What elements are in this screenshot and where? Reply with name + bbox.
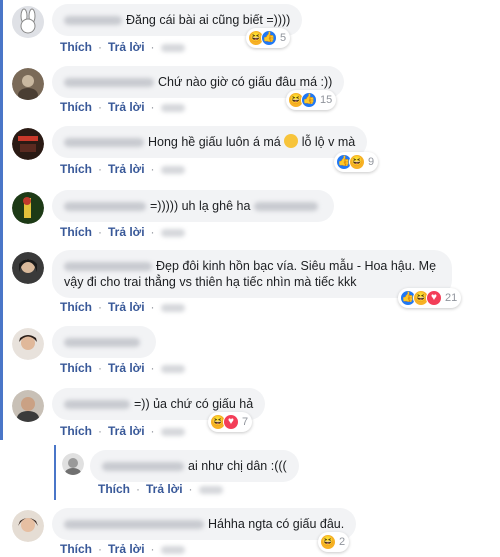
- comment-bubble: Hong hề giấu luôn á má lỗ lộ v mà: [52, 126, 368, 158]
- comment-bubble: =))))) uh lạ ghê ha: [52, 190, 334, 222]
- reaction-summary[interactable]: 👍 😆 ♥ 21: [398, 288, 462, 308]
- like-link[interactable]: Thích: [60, 100, 92, 114]
- avatar[interactable]: [12, 192, 44, 224]
- reaction-count: 15: [320, 94, 333, 106]
- reply-link[interactable]: Trả lời: [108, 225, 145, 239]
- avatar[interactable]: [62, 453, 84, 475]
- haha-reaction-icon: 😆: [320, 534, 336, 550]
- like-reaction-icon: 👍: [261, 30, 277, 46]
- comment-actions: Thích · Trả lời ·: [60, 40, 191, 54]
- blurred-mention: [253, 202, 318, 212]
- timestamp[interactable]: [160, 364, 185, 373]
- like-link[interactable]: Thích: [60, 40, 92, 54]
- reply-thread-line: [54, 445, 56, 500]
- reply-link[interactable]: Trả lời: [108, 424, 145, 438]
- reply-link[interactable]: Trả lời: [146, 482, 183, 496]
- avatar[interactable]: [12, 390, 44, 422]
- timestamp[interactable]: [198, 485, 223, 494]
- reaction-count: 21: [445, 292, 458, 304]
- comment-actions: Thích · Trả lời ·: [60, 542, 191, 556]
- timestamp[interactable]: [160, 103, 185, 112]
- comment-bubble: Đẹp đôi kinh hồn bạc vía. Siêu mẫu - Hoa…: [52, 250, 452, 298]
- like-reaction-icon: 👍: [301, 92, 317, 108]
- thread-indicator-line: [0, 0, 3, 440]
- reply-link[interactable]: Trả lời: [108, 162, 145, 176]
- haha-reaction-icon: 😆: [349, 154, 365, 170]
- blurred-author-name: [64, 400, 130, 410]
- comment-actions: Thích · Trả lời ·: [60, 361, 191, 375]
- blurred-author-name: [64, 338, 140, 348]
- blurred-author-name: [64, 202, 146, 212]
- comment-text-part1: Hong hề giấu luôn á má: [148, 135, 281, 149]
- like-link[interactable]: Thích: [60, 300, 92, 314]
- avatar[interactable]: [12, 252, 44, 284]
- love-reaction-icon: ♥: [223, 414, 239, 430]
- comment-bubble: Háhha ngta có giấu đâu.: [52, 508, 357, 540]
- comment-text: Chứ nào giờ có giấu đâu má :)): [158, 75, 333, 89]
- comment-actions: Thích · Trả lời ·: [60, 424, 191, 438]
- avatar[interactable]: [12, 6, 44, 38]
- reply-link[interactable]: Trả lời: [108, 300, 145, 314]
- avatar[interactable]: [12, 128, 44, 160]
- blurred-author-name: [64, 262, 152, 272]
- reply-link[interactable]: Trả lời: [108, 542, 145, 556]
- reaction-summary[interactable]: 😆 👍 5: [246, 28, 291, 48]
- reply-link[interactable]: Trả lời: [108, 40, 145, 54]
- like-link[interactable]: Thích: [98, 482, 130, 496]
- blurred-author-name: [64, 138, 144, 148]
- avatar[interactable]: [12, 510, 44, 542]
- reaction-summary[interactable]: 👍 😆 9: [334, 152, 379, 172]
- avatar[interactable]: [12, 328, 44, 360]
- like-link[interactable]: Thích: [60, 542, 92, 556]
- reaction-count: 5: [280, 32, 287, 44]
- comment-text: Háhha ngta có giấu đâu.: [208, 517, 345, 531]
- avatar[interactable]: [12, 68, 44, 100]
- reply-link[interactable]: Trả lời: [108, 361, 145, 375]
- comment-actions: Thích · Trả lời ·: [60, 100, 191, 114]
- reaction-summary[interactable]: 😆 ♥ 7: [208, 412, 253, 432]
- timestamp[interactable]: [160, 545, 185, 554]
- reply-link[interactable]: Trả lời: [108, 100, 145, 114]
- comment-bubble: ai như chị dân :(((: [90, 450, 299, 482]
- timestamp[interactable]: [160, 228, 185, 237]
- reaction-summary[interactable]: 😆 👍 15: [286, 90, 337, 110]
- timestamp[interactable]: [160, 165, 185, 174]
- reaction-count: 2: [339, 536, 346, 548]
- comment-bubble: [52, 326, 156, 358]
- reaction-count: 7: [242, 416, 249, 428]
- love-reaction-icon: ♥: [426, 290, 442, 306]
- comment-text: =))))) uh lạ ghê ha: [150, 199, 251, 213]
- timestamp[interactable]: [160, 43, 185, 52]
- timestamp[interactable]: [160, 427, 185, 436]
- reaction-summary[interactable]: 😆 2: [318, 532, 350, 552]
- blurred-author-name: [102, 462, 184, 472]
- comment-actions: Thích · Trả lời ·: [60, 162, 191, 176]
- blurred-author-name: [64, 520, 204, 530]
- smile-emoji-icon: [284, 134, 299, 148]
- blurred-author-name: [64, 78, 154, 88]
- like-link[interactable]: Thích: [60, 361, 92, 375]
- blurred-author-name: [64, 16, 122, 26]
- comment-actions: Thích · Trả lời ·: [60, 300, 191, 314]
- comment-actions: Thích · Trả lời ·: [60, 225, 191, 239]
- timestamp[interactable]: [160, 303, 185, 312]
- like-link[interactable]: Thích: [60, 424, 92, 438]
- comment-text: ai như chị dân :(((: [188, 459, 287, 473]
- reaction-count: 9: [368, 156, 375, 168]
- like-link[interactable]: Thích: [60, 162, 92, 176]
- comment-text: Đăng cái bài ai cũng biết =)))): [126, 13, 291, 27]
- like-link[interactable]: Thích: [60, 225, 92, 239]
- comment-text: =)) ủa chứ có giấu hả: [134, 397, 254, 411]
- comment-text-part2: lỗ lộ v mà: [301, 135, 356, 149]
- comment-actions: Thích · Trả lời ·: [98, 482, 229, 496]
